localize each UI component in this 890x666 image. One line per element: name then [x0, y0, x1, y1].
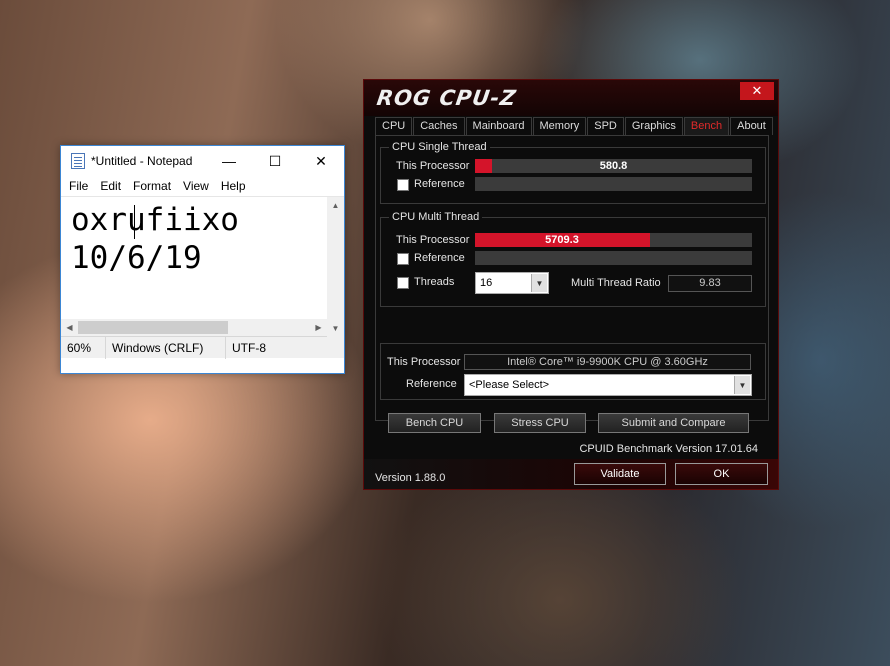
horizontal-scrollbar[interactable]: ◀ ▶ [61, 319, 327, 336]
menu-file[interactable]: File [64, 179, 95, 193]
reference-select-value: <Please Select> [469, 379, 550, 391]
processor-selection-group: This Processor Intel® Core™ i9-9900K CPU… [380, 343, 766, 400]
single-thread-group: CPU Single Thread This Processor 580.8 R… [380, 141, 766, 204]
cpuz-tab-bar: CPU Caches Mainboard Memory SPD Graphics… [375, 117, 774, 135]
single-this-processor-label: This Processor [396, 160, 470, 172]
threads-checkbox[interactable] [397, 277, 409, 289]
validate-button[interactable]: Validate [574, 463, 666, 485]
notepad-title-bar[interactable]: *Untitled - Notepad — ☐ ✕ [61, 146, 344, 176]
multi-reference-checkbox[interactable] [397, 253, 409, 265]
stress-cpu-button[interactable]: Stress CPU [494, 413, 586, 433]
rog-cpuz-logo: ROG CPU-Z [375, 86, 519, 110]
processor-reference-label: Reference [406, 378, 457, 390]
notepad-text-content[interactable]: oxrufiixo 10/6/19 [71, 201, 239, 277]
tab-mainboard[interactable]: Mainboard [465, 117, 532, 135]
maximize-button[interactable]: ☐ [252, 146, 298, 176]
tab-caches[interactable]: Caches [413, 117, 465, 135]
multi-thread-ratio-label: Multi Thread Ratio [571, 277, 661, 289]
single-this-processor-value: 580.8 [599, 160, 628, 172]
horizontal-scroll-thumb[interactable] [78, 321, 228, 334]
single-reference-bar [475, 177, 752, 191]
scroll-down-arrow-icon[interactable]: ▼ [327, 320, 344, 337]
tab-cpu[interactable]: CPU [375, 117, 413, 135]
menu-format[interactable]: Format [128, 179, 178, 193]
vertical-scrollbar[interactable]: ▲ ▼ [327, 197, 344, 337]
tab-graphics[interactable]: Graphics [624, 117, 683, 135]
submit-and-compare-button[interactable]: Submit and Compare [598, 413, 749, 433]
minimize-button[interactable]: — [206, 146, 252, 176]
cpuz-window: ROG CPU-Z ✕ CPU Caches Mainboard Memory … [363, 79, 779, 490]
scroll-up-arrow-icon[interactable]: ▲ [327, 197, 344, 214]
notepad-window: *Untitled - Notepad — ☐ ✕ File Edit Form… [60, 145, 345, 374]
scroll-right-arrow-icon[interactable]: ▶ [310, 319, 327, 336]
notepad-title: *Untitled - Notepad [91, 154, 193, 168]
chevron-down-icon[interactable]: ▼ [734, 376, 750, 394]
benchmark-version-text: CPUID Benchmark Version 17.01.64 [579, 443, 758, 455]
multi-this-processor-value: 5709.3 [545, 234, 579, 246]
cpuz-close-button[interactable]: ✕ [740, 82, 774, 100]
tab-about[interactable]: About [730, 117, 773, 135]
multi-reference-bar [475, 251, 752, 265]
status-line-ending: Windows (CRLF) [106, 336, 226, 359]
processor-name-field: Intel® Core™ i9-9900K CPU @ 3.60GHz [464, 354, 751, 370]
notepad-editor[interactable]: oxrufiixo 10/6/19 ▲ ▼ ◀ ▶ [61, 196, 344, 337]
single-thread-label: CPU Single Thread [389, 141, 490, 153]
single-reference-checkbox[interactable] [397, 179, 409, 191]
processor-this-processor-label: This Processor [387, 356, 461, 368]
ok-button[interactable]: OK [675, 463, 768, 485]
single-reference-label: Reference [414, 178, 465, 190]
reference-select[interactable]: <Please Select> ▼ [464, 374, 752, 396]
bench-panel: CPU Single Thread This Processor 580.8 R… [375, 135, 769, 421]
multi-thread-label: CPU Multi Thread [389, 211, 483, 223]
status-zoom: 60% [61, 336, 106, 359]
notepad-app-icon [71, 153, 85, 169]
chevron-down-icon[interactable]: ▼ [531, 274, 547, 292]
single-this-processor-bar: 580.8 [475, 159, 752, 173]
tab-bench[interactable]: Bench [683, 117, 730, 135]
text-caret [134, 205, 135, 239]
multi-this-processor-label: This Processor [396, 234, 470, 246]
threads-select[interactable]: 16 ▼ [475, 272, 549, 294]
multi-thread-ratio-value: 9.83 [668, 275, 752, 292]
menu-edit[interactable]: Edit [95, 179, 128, 193]
multi-thread-group: CPU Multi Thread This Processor 5709.3 R… [380, 211, 766, 307]
cpuz-title-bar[interactable]: ROG CPU-Z ✕ [364, 80, 778, 116]
menu-help[interactable]: Help [216, 179, 253, 193]
close-button[interactable]: ✕ [298, 146, 344, 176]
cpuz-version-text: Version 1.88.0 [375, 472, 446, 484]
threads-label: Threads [414, 276, 455, 288]
menu-view[interactable]: View [178, 179, 216, 193]
multi-reference-label: Reference [414, 252, 465, 264]
notepad-menu-bar: File Edit Format View Help [61, 176, 344, 196]
threads-value: 16 [480, 277, 493, 289]
status-encoding: UTF-8 [232, 340, 266, 355]
bench-cpu-button[interactable]: Bench CPU [388, 413, 481, 433]
multi-this-processor-bar: 5709.3 [475, 233, 752, 247]
notepad-status-bar: 60% Windows (CRLF) UTF-8 [61, 336, 344, 359]
scroll-left-arrow-icon[interactable]: ◀ [61, 319, 78, 336]
tab-spd[interactable]: SPD [587, 117, 624, 135]
tab-memory[interactable]: Memory [532, 117, 587, 135]
